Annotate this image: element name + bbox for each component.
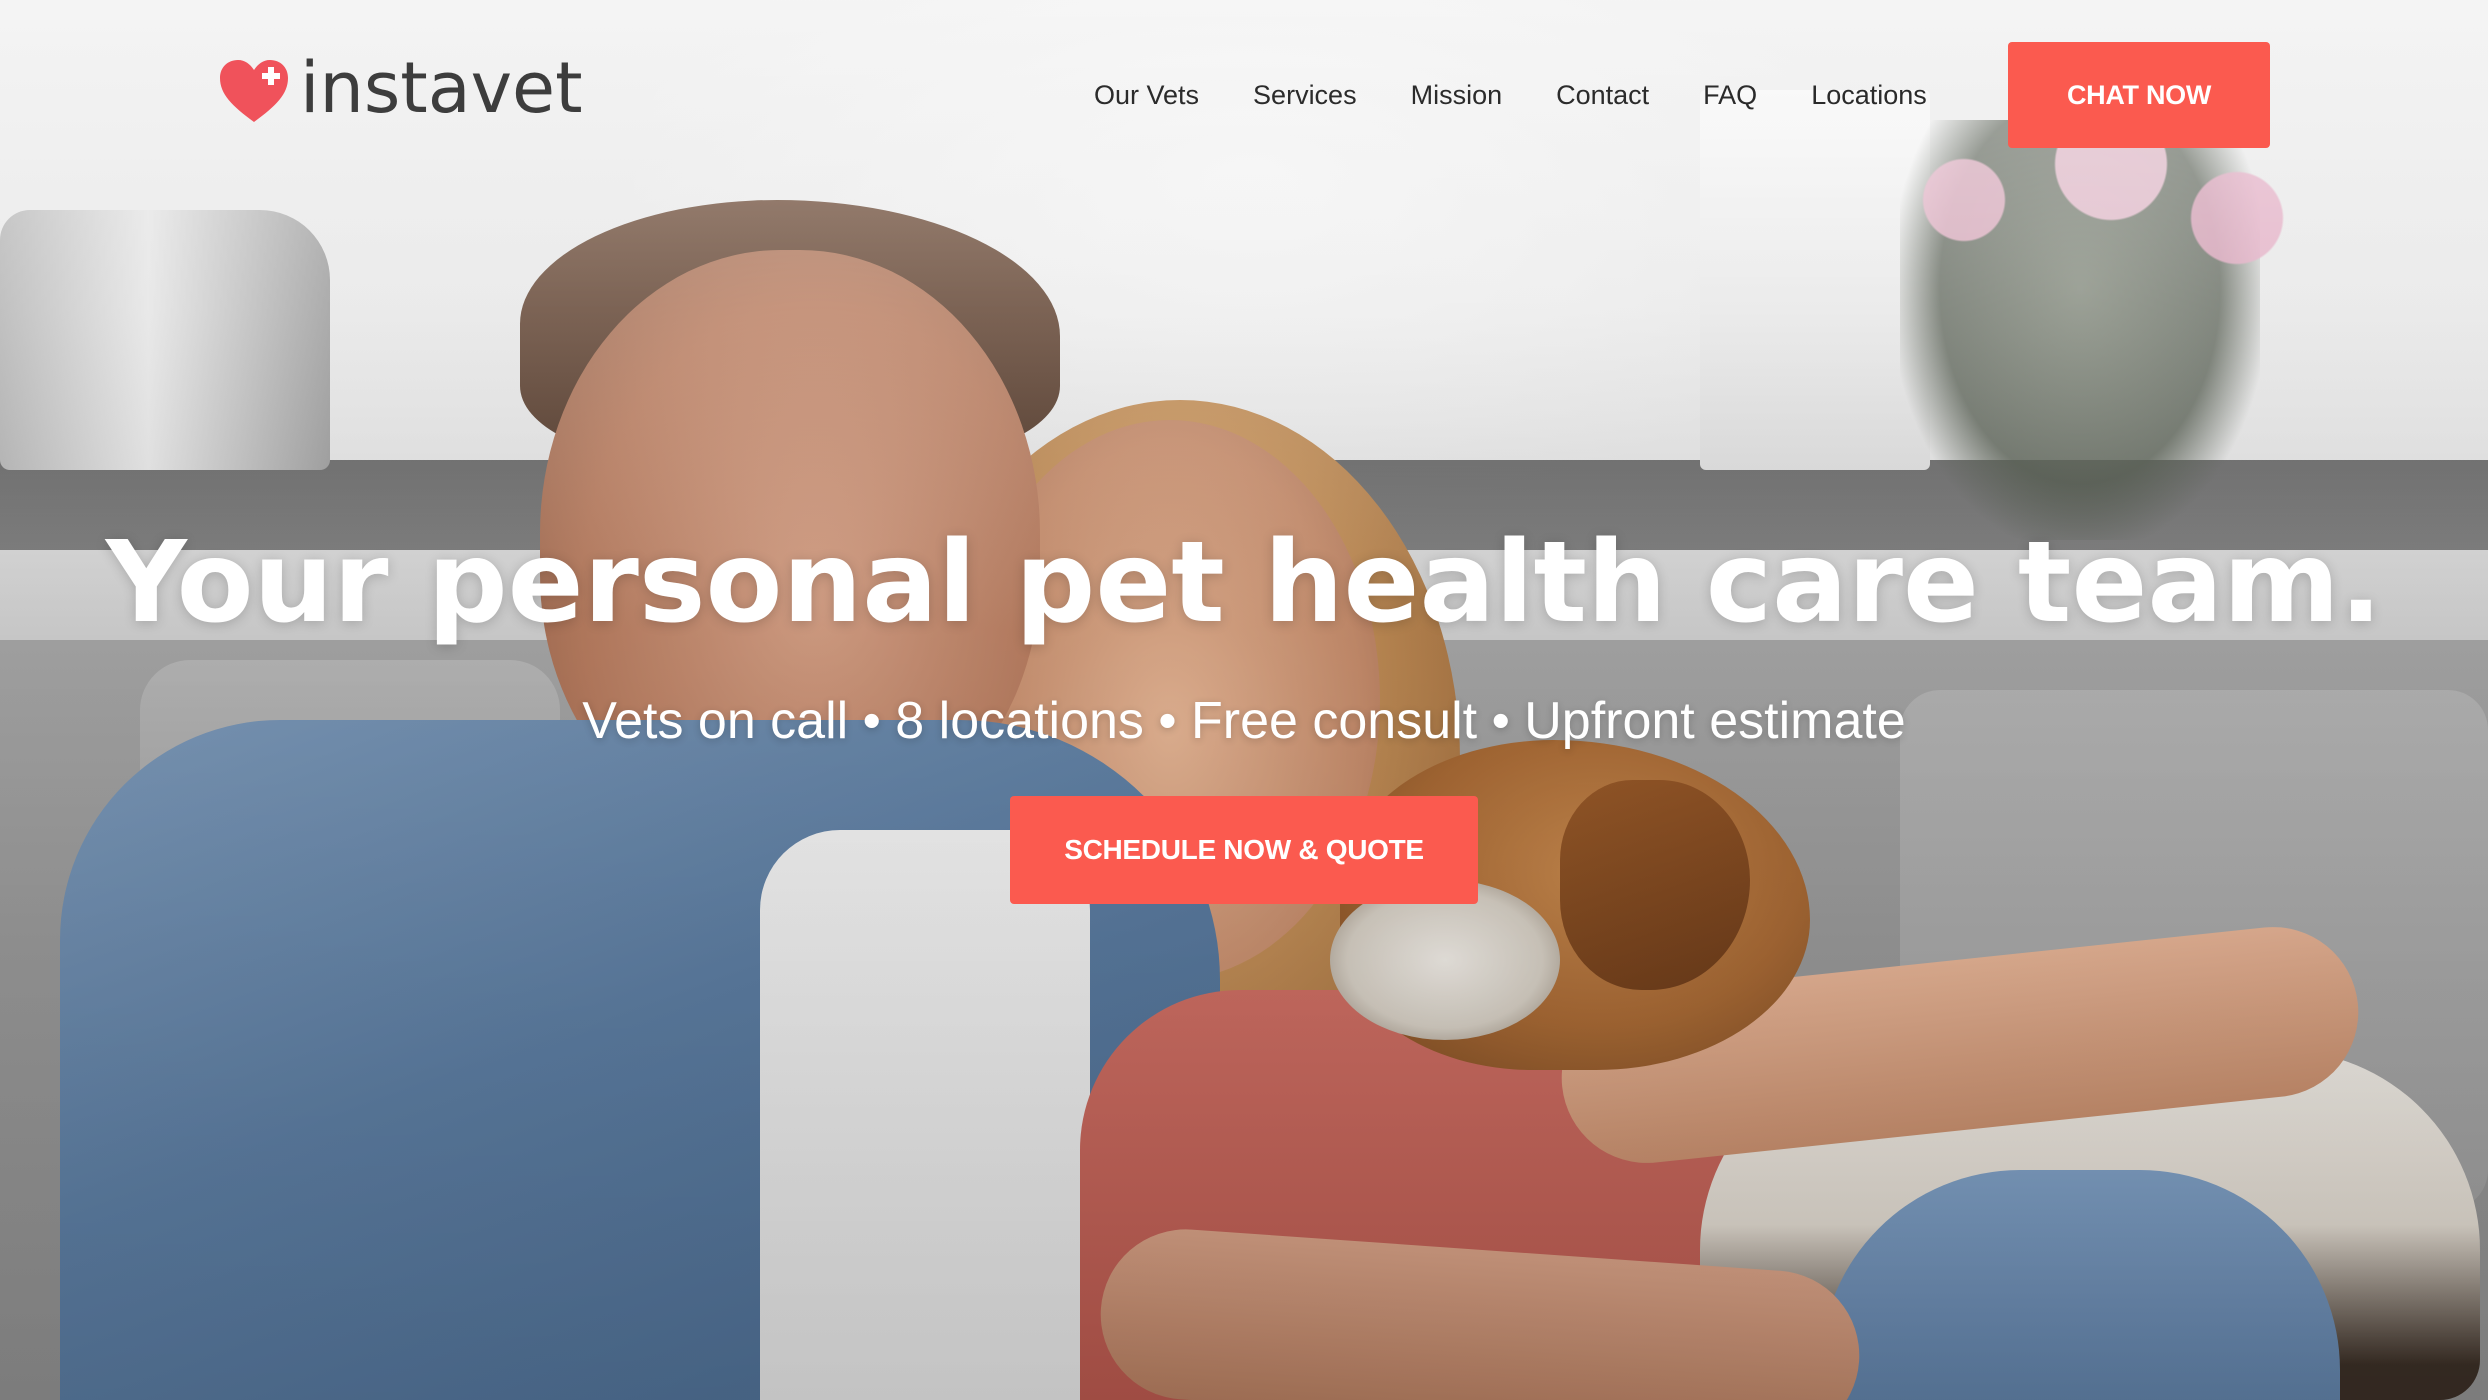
main-nav: Our Vets Services Mission Contact FAQ Lo… [1094,72,1954,118]
schedule-quote-button[interactable]: SCHEDULE NOW & QUOTE [1010,796,1478,904]
brand-logo[interactable]: instavet [218,47,583,129]
hero-title: Your personal pet health care team. [105,518,2383,648]
hero-subtitle: Vets on call • 8 locations • Free consul… [582,692,1906,750]
nav-our-vets[interactable]: Our Vets [1094,72,1226,118]
nav-mission[interactable]: Mission [1384,72,1530,118]
brand-name: instavet [300,47,583,129]
nav-services[interactable]: Services [1226,72,1384,118]
nav-locations[interactable]: Locations [1784,72,1954,118]
chat-now-button[interactable]: CHAT NOW [2008,42,2270,148]
heart-plus-icon [220,60,288,122]
nav-faq[interactable]: FAQ [1676,72,1784,118]
nav-contact[interactable]: Contact [1529,72,1676,118]
site-header: instavet Our Vets Services Mission Conta… [0,0,2488,190]
